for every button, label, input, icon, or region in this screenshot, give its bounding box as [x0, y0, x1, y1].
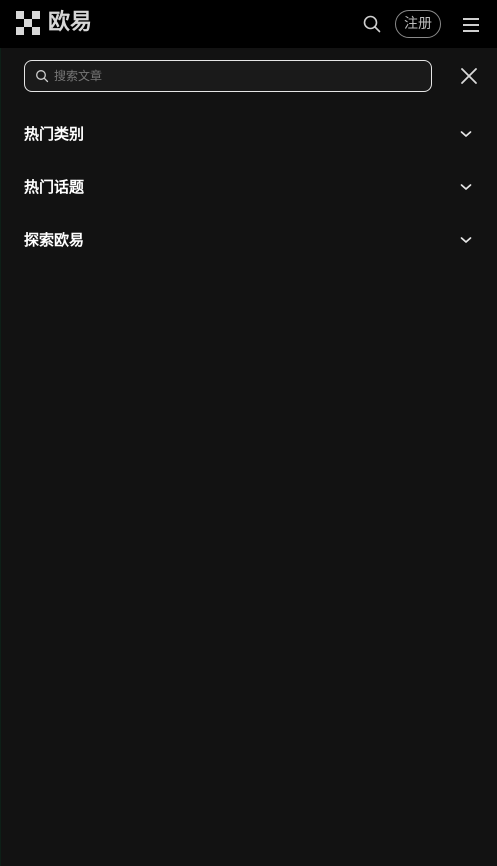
hamburger-menu-icon[interactable] — [463, 18, 479, 32]
chevron-down-icon — [460, 131, 472, 137]
top-navigation-bar: 欧易 注册 — [0, 0, 497, 48]
section-popular-topics[interactable]: 热门话题 — [24, 173, 474, 201]
section-label: 热门话题 — [24, 178, 85, 196]
search-icon — [36, 70, 49, 83]
menu-panel — [1, 48, 497, 866]
section-explore[interactable]: 探索欧易 — [24, 226, 474, 254]
close-icon[interactable] — [459, 66, 479, 86]
search-input[interactable]: 搜索文章 — [24, 60, 432, 92]
search-icon[interactable] — [362, 14, 382, 34]
section-label: 探索欧易 — [24, 231, 85, 249]
okx-logo-icon — [16, 11, 40, 35]
brand-name: 欧易 — [48, 10, 93, 35]
signup-button[interactable]: 注册 — [395, 10, 441, 38]
chevron-down-icon — [460, 184, 472, 190]
brand-logo[interactable]: 欧易 — [16, 11, 92, 35]
section-popular-categories[interactable]: 热门类别 — [24, 120, 474, 148]
chevron-down-icon — [460, 237, 472, 243]
section-label: 热门类别 — [24, 125, 85, 143]
search-placeholder: 搜索文章 — [54, 69, 103, 83]
